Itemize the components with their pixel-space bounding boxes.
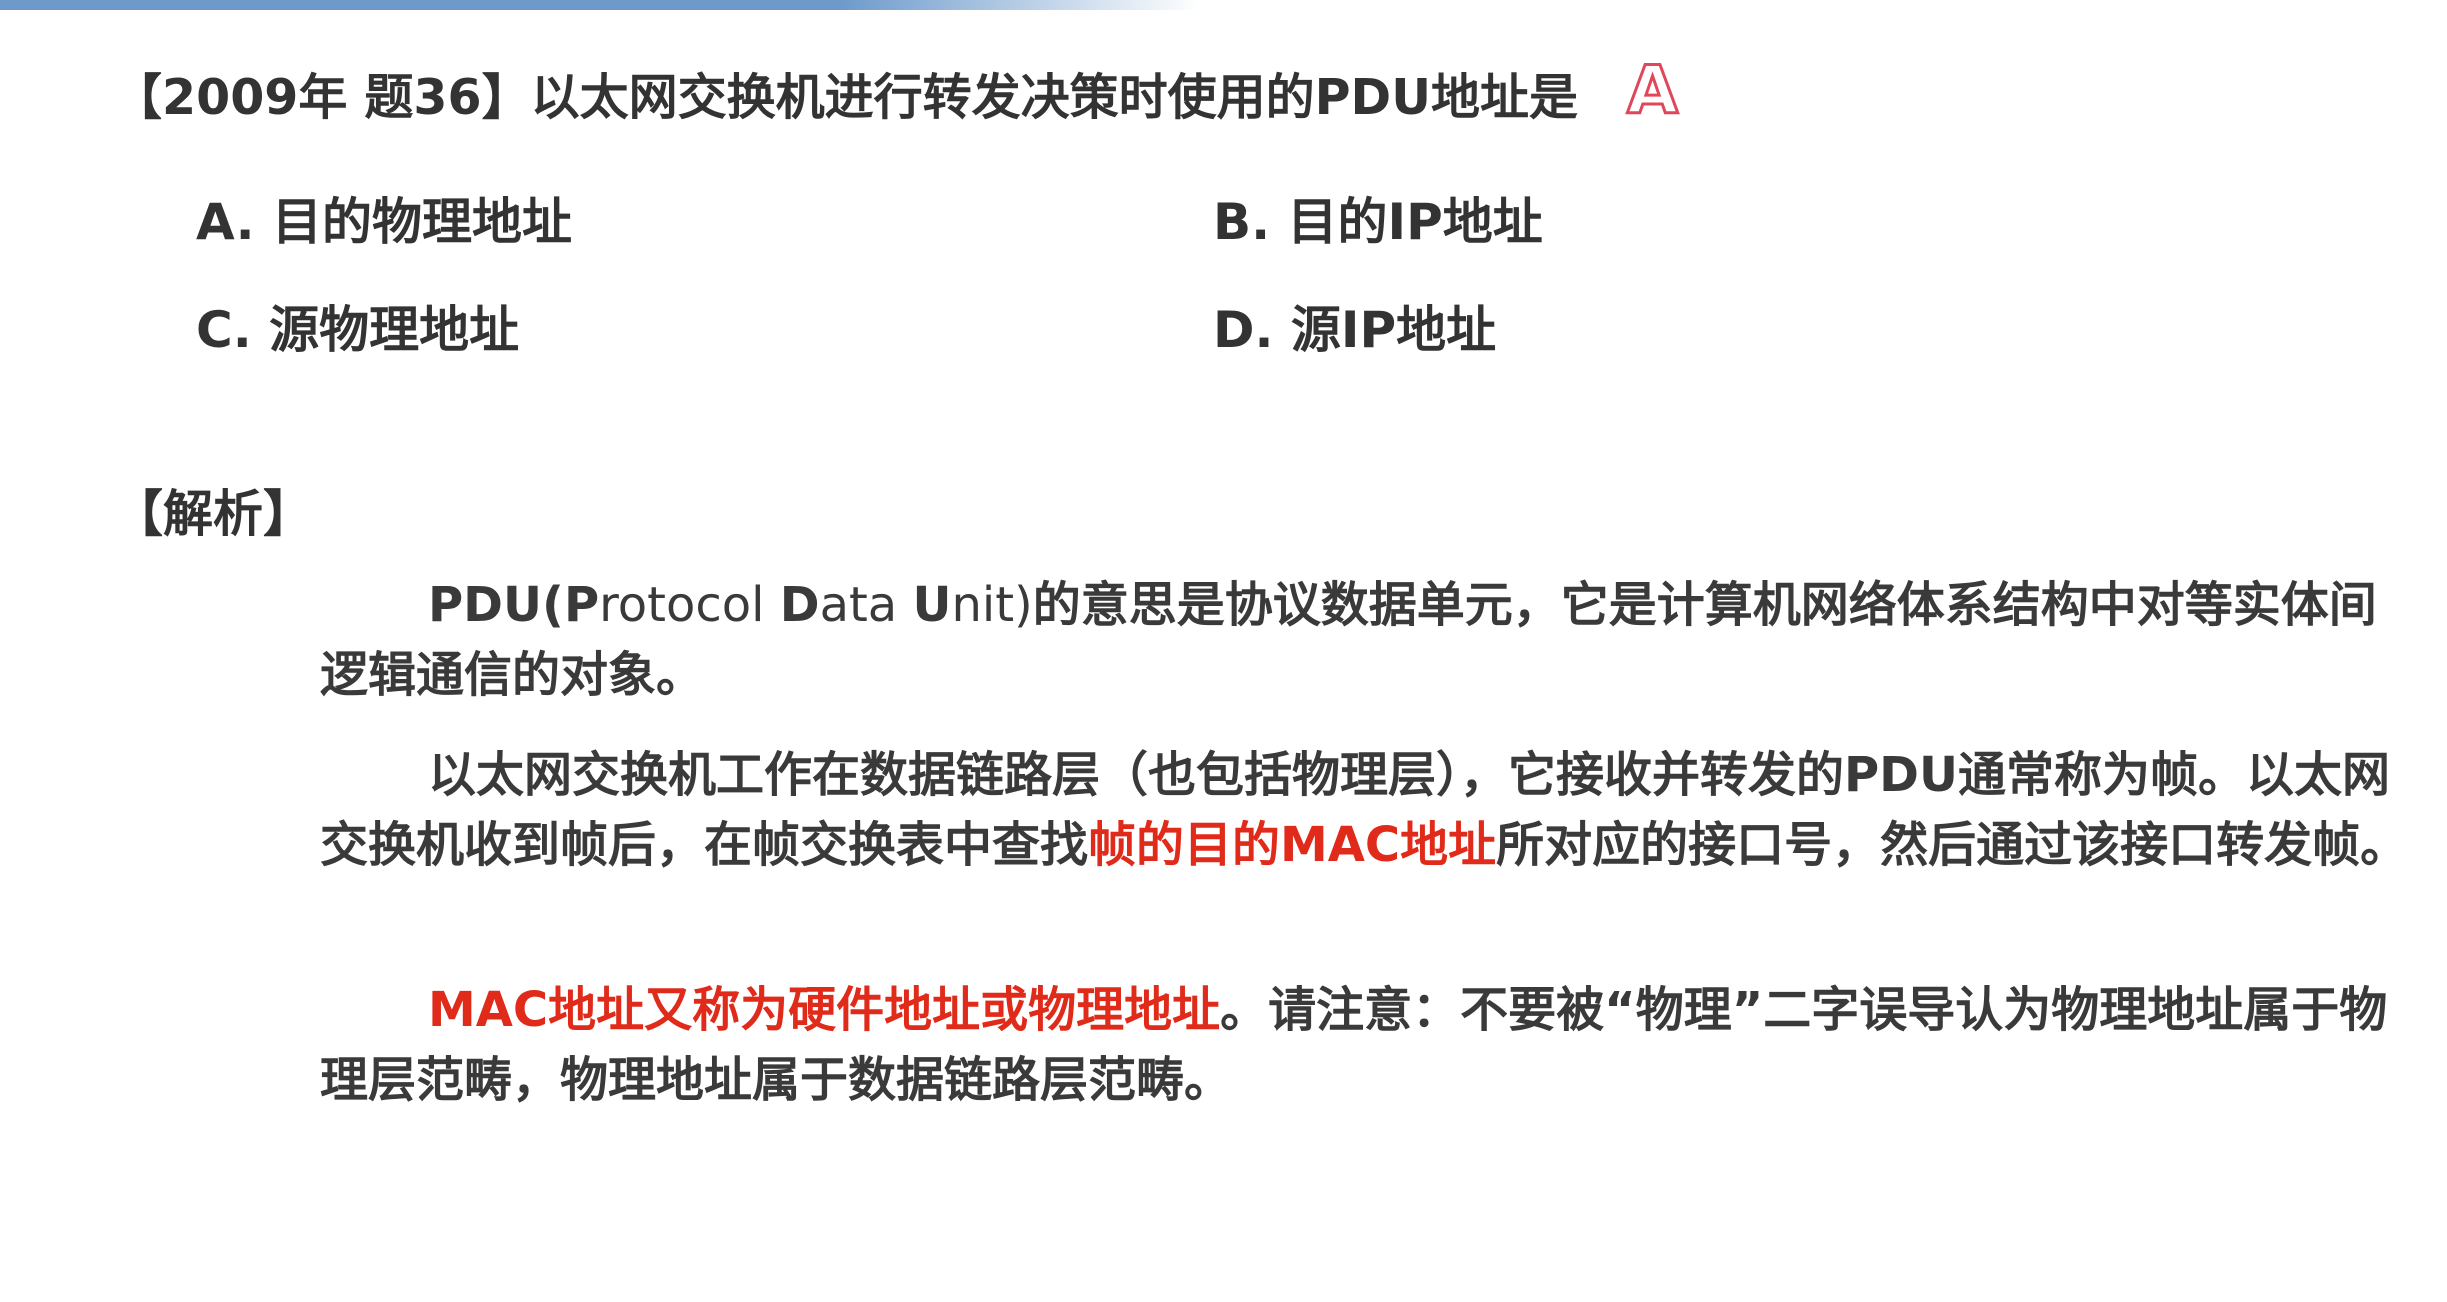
pdu-text: PDU( — [428, 577, 564, 633]
word-nit: nit) — [951, 577, 1033, 633]
letter-u: U — [912, 577, 952, 633]
analysis-paragraph-3: MAC地址又称为硬件地址或物理地址。请注意：不要被“物理”二字误导认为物理地址属… — [320, 975, 2410, 1115]
paragraph-2-highlight: 帧的目的MAC地址 — [1088, 817, 1497, 873]
option-a: A. 目的物理地址 — [196, 193, 573, 251]
letter-d: D — [779, 577, 820, 633]
option-c: C. 源物理地址 — [196, 301, 520, 359]
option-d: D. 源IP地址 — [1213, 301, 1497, 359]
paragraph-3-highlight: MAC地址又称为硬件地址或物理地址 — [428, 982, 1221, 1038]
word-rotocol: rotocol — [599, 577, 780, 633]
analysis-heading: 【解析】 — [113, 485, 313, 543]
paragraph-2-after: 所对应的接口号，然后通过该接口转发帧。 — [1496, 817, 2409, 873]
analysis-paragraph-1: PDU(Protocol Data Unit)的意思是协议数据单元，它是计算机网… — [320, 570, 2410, 710]
letter-p: P — [563, 577, 600, 633]
option-b: B. 目的IP地址 — [1213, 193, 1543, 251]
analysis-paragraph-2: 以太网交换机工作在数据链路层（也包括物理层），它接收并转发的PDU通常称为帧。以… — [320, 740, 2410, 880]
question-text: 【2009年 题36】以太网交换机进行转发决策时使用的PDU地址是 — [113, 69, 1579, 126]
header-bar-remnant — [0, 0, 1200, 10]
word-ata: ata — [819, 577, 913, 633]
answer-mark: A — [1625, 51, 1679, 131]
